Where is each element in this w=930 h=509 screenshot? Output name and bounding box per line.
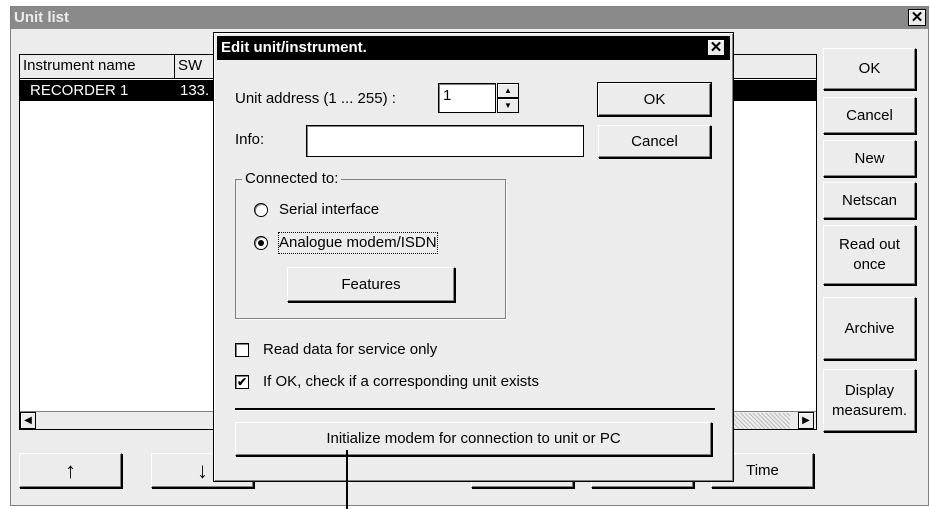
radio-selected-dot bbox=[258, 240, 264, 246]
connected-to-label: Connected to: bbox=[242, 170, 342, 188]
read-out-once-button[interactable]: Read out once bbox=[823, 225, 916, 285]
netscan-button[interactable]: Netscan bbox=[823, 182, 916, 219]
archive-button[interactable]: Archive bbox=[823, 297, 916, 360]
new-button-label: New bbox=[854, 149, 885, 167]
info-label: Info: bbox=[235, 131, 265, 148]
initialize-modem-button[interactable]: Initialize modem for connection to unit … bbox=[235, 422, 712, 456]
dialog-close-icon[interactable]: ✕ bbox=[707, 39, 725, 56]
arrow-down-icon: ↓ bbox=[197, 457, 208, 483]
features-label: Features bbox=[341, 275, 401, 293]
spin-up-icon[interactable]: ▲ bbox=[497, 83, 519, 98]
dialog-ok-button[interactable]: OK bbox=[598, 83, 711, 116]
features-button[interactable]: Features bbox=[287, 267, 455, 302]
display-label-line1: Display bbox=[844, 381, 895, 399]
callout-pointer-line bbox=[346, 450, 348, 509]
dialog-ok-label: OK bbox=[643, 90, 666, 108]
dialog-titlebar: Edit unit/instrument. ✕ bbox=[217, 36, 730, 60]
verify-unit-label[interactable]: If OK, check if a corresponding unit exi… bbox=[263, 372, 539, 392]
cancel-button[interactable]: Cancel bbox=[823, 97, 916, 134]
new-button[interactable]: New bbox=[823, 140, 916, 177]
read-out-once-label-line2: once bbox=[853, 256, 886, 273]
scroll-right-icon[interactable]: ▶ bbox=[798, 412, 814, 429]
scroll-left-icon[interactable]: ◀ bbox=[20, 412, 36, 429]
close-icon[interactable]: ✕ bbox=[908, 9, 926, 26]
verify-unit-checkbox[interactable]: ✔ bbox=[235, 375, 249, 389]
arrow-up-icon: ↑ bbox=[65, 457, 76, 483]
analogue-modem-radio[interactable] bbox=[254, 236, 268, 250]
service-only-label[interactable]: Read data for service only bbox=[263, 340, 437, 360]
sw-cell: 133. bbox=[180, 82, 210, 99]
edit-unit-dialog: Edit unit/instrument. ✕ Unit address (1 … bbox=[213, 32, 734, 482]
unit-list-titlebar: Unit list ✕ bbox=[11, 7, 928, 29]
unit-address-input[interactable]: 1 bbox=[438, 83, 496, 113]
serial-interface-radio[interactable] bbox=[254, 203, 268, 217]
archive-button-label: Archive bbox=[844, 319, 895, 337]
ok-button-label: OK bbox=[858, 60, 881, 77]
initialize-modem-label: Initialize modem for connection to unit … bbox=[326, 430, 621, 447]
dialog-separator bbox=[235, 408, 715, 411]
netscan-button-label: Netscan bbox=[841, 191, 898, 209]
service-only-checkbox[interactable] bbox=[235, 343, 249, 357]
unit-address-label: Unit address (1 ... 255) : bbox=[235, 90, 396, 107]
info-input[interactable] bbox=[306, 125, 584, 157]
display-label-line2: measurem. bbox=[831, 401, 908, 419]
move-up-button[interactable]: ↑ bbox=[19, 453, 122, 488]
window-title: Unit list bbox=[14, 9, 69, 26]
spin-down-icon[interactable]: ▼ bbox=[497, 98, 519, 113]
instrument-name-cell: RECORDER 1 bbox=[30, 82, 129, 99]
checkmark-icon: ✔ bbox=[236, 375, 248, 389]
read-out-once-label-line1: Read out bbox=[839, 236, 900, 253]
dialog-title: Edit unit/instrument. bbox=[221, 39, 367, 56]
time-button-label: Time bbox=[746, 461, 779, 479]
cancel-button-label: Cancel bbox=[846, 106, 893, 124]
display-measurements-button[interactable]: Display measurem. bbox=[823, 369, 916, 432]
analogue-modem-label[interactable]: Analogue modem/ISDN bbox=[278, 232, 438, 254]
serial-interface-label[interactable]: Serial interface bbox=[279, 200, 379, 220]
connected-to-group: Connected to: Serial interface Analogue … bbox=[235, 170, 506, 319]
dialog-cancel-button[interactable]: Cancel bbox=[598, 125, 711, 158]
ok-button[interactable]: OK bbox=[823, 48, 916, 90]
dialog-cancel-label: Cancel bbox=[631, 132, 678, 150]
column-header-instrument-name[interactable]: Instrument name bbox=[20, 55, 175, 79]
